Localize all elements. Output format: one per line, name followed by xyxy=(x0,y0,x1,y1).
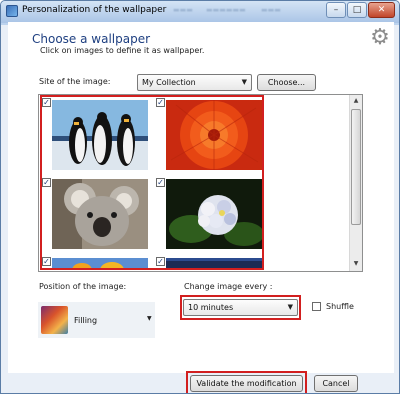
site-label: Site of the image: xyxy=(39,77,111,86)
close-button[interactable]: ✕ xyxy=(368,2,395,18)
interval-label: Change image every : xyxy=(184,282,273,291)
cancel-button[interactable]: Cancel xyxy=(314,375,358,392)
position-select-value: Filling xyxy=(74,316,98,325)
interval-select-value: 10 minutes xyxy=(188,303,234,312)
chevron-down-icon: ▼ xyxy=(241,78,247,86)
interval-select[interactable]: 10 minutes ▼ xyxy=(183,299,298,316)
shuffle-checkbox[interactable] xyxy=(312,302,321,311)
page-title: Choose a wallpaper xyxy=(32,32,151,46)
site-select[interactable]: My Collection ▼ xyxy=(137,74,252,91)
page-subtitle: Click on images to define it as wallpape… xyxy=(40,46,205,55)
app-icon xyxy=(6,5,18,17)
chevron-down-icon: ▼ xyxy=(287,303,293,311)
position-preview-image xyxy=(41,306,68,334)
blurred-background-text: ▬▬▬ xyxy=(173,6,193,14)
site-select-value: My Collection xyxy=(142,78,196,87)
scroll-down-icon[interactable]: ▼ xyxy=(350,258,362,270)
shuffle-label: Shuffle xyxy=(326,302,354,311)
window-title: Personalization of the wallpaper xyxy=(22,5,167,15)
dialog-window: Personalization of the wallpaper ▬▬▬ ▬▬▬… xyxy=(0,0,400,394)
choose-button[interactable]: Choose... xyxy=(257,74,316,91)
maximize-button[interactable]: □ xyxy=(347,2,367,18)
gear-icon: ⚙ xyxy=(370,25,390,50)
position-label: Position of the image: xyxy=(39,282,127,291)
gallery-scrollbar[interactable]: ▲ ▼ xyxy=(349,95,362,271)
blurred-background-text: ▬▬▬ xyxy=(261,6,281,14)
chevron-down-icon: ▼ xyxy=(147,315,152,322)
gallery-highlight xyxy=(40,95,264,270)
scroll-up-icon[interactable]: ▲ xyxy=(350,95,362,107)
blurred-background-text: ▬▬▬▬▬▬ xyxy=(206,6,246,14)
title-bar[interactable]: Personalization of the wallpaper ▬▬▬ ▬▬▬… xyxy=(1,1,399,23)
minimize-button[interactable]: – xyxy=(326,2,346,18)
position-select[interactable]: Filling xyxy=(38,302,155,338)
scrollbar-thumb[interactable] xyxy=(351,109,361,225)
validate-button[interactable]: Validate the modification xyxy=(190,375,303,392)
